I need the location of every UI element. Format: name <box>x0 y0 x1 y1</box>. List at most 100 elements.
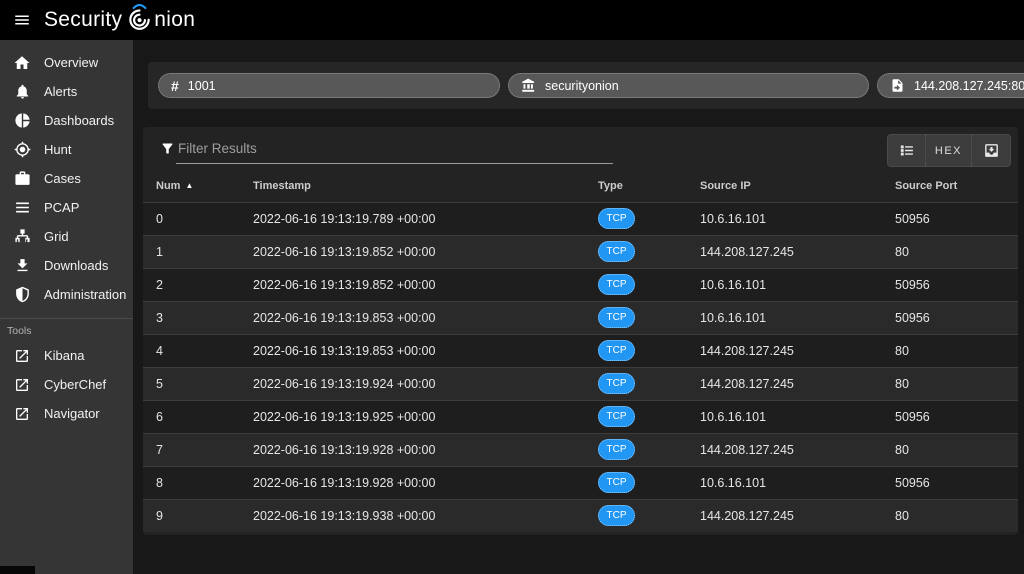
sensor-chip[interactable]: securityonion <box>508 73 869 98</box>
sidebar-tool-label: CyberChef <box>44 377 107 392</box>
sidebar-tool-cyberchef[interactable]: CyberChef <box>0 370 133 399</box>
packet-source-port-cell: 80 <box>895 376 909 391</box>
packet-type-cell: TCP <box>598 235 700 268</box>
sidebar-item-cases[interactable]: Cases <box>0 164 133 193</box>
packet-num-cell: 4 <box>156 343 163 358</box>
sidebar-tool-navigator[interactable]: Navigator <box>0 399 133 428</box>
pound-icon: # <box>171 77 179 94</box>
sidebar-item-label: PCAP <box>44 200 80 215</box>
sidebar-item-label: Overview <box>44 55 99 70</box>
column-header-type[interactable]: Type <box>598 171 700 202</box>
column-header-timestamp[interactable]: Timestamp <box>253 171 598 202</box>
packet-source-port-cell: 50956 <box>895 310 930 325</box>
view-toggle-group: HEX <box>886 134 1011 167</box>
packet-source-ip-cell: 144.208.127.245 <box>700 376 794 391</box>
job-number-chip-label: 1001 <box>187 78 216 93</box>
filter-endpoint-chip[interactable]: 144.208.127.245:80 <box>877 73 1024 98</box>
sidebar-item-dashboards[interactable]: Dashboards <box>0 106 133 135</box>
protocol-badge[interactable]: TCP <box>598 274 635 295</box>
sidebar-item-label: Dashboards <box>44 113 115 128</box>
packet-num-cell: 2 <box>156 277 163 292</box>
packet-row[interactable]: 9 2022-06-16 19:13:19.938 +00:00 TCP 144… <box>143 499 1018 532</box>
packet-row[interactable]: 7 2022-06-16 19:13:19.928 +00:00 TCP 144… <box>143 433 1018 466</box>
sidebar-item-pcap[interactable]: PCAP <box>0 193 133 222</box>
sidebar-item-overview[interactable]: Overview <box>0 48 133 77</box>
sidebar-item-label: Downloads <box>44 258 109 273</box>
packet-type-cell: TCP <box>598 466 700 499</box>
external-link-icon <box>13 376 31 394</box>
list-view-icon <box>900 145 913 156</box>
shield-icon <box>13 286 31 304</box>
packet-type-cell: TCP <box>598 400 700 433</box>
packet-row[interactable]: 4 2022-06-16 19:13:19.853 +00:00 TCP 144… <box>143 334 1018 367</box>
packet-row[interactable]: 6 2022-06-16 19:13:19.925 +00:00 TCP 10.… <box>143 400 1018 433</box>
sidebar-tool-label: Navigator <box>44 406 100 421</box>
security-onion-logo-icon <box>126 3 153 39</box>
packet-num-cell: 6 <box>156 409 163 424</box>
external-link-icon <box>13 347 31 365</box>
inbox-download-icon <box>984 144 998 157</box>
sidebar-item-hunt[interactable]: Hunt <box>0 135 133 164</box>
list-view-button[interactable] <box>887 135 926 166</box>
sidebar-item-administration[interactable]: Administration <box>0 280 133 309</box>
packet-type-cell: TCP <box>598 367 700 400</box>
packet-source-port-cell: 50956 <box>895 475 930 490</box>
packet-source-ip-cell: 10.6.16.101 <box>700 310 767 325</box>
app-logo[interactable]: Security nion <box>44 2 195 38</box>
sidebar-item-alerts[interactable]: Alerts <box>0 77 133 106</box>
packet-source-port-cell: 80 <box>895 244 909 259</box>
sidebar-nav: Overview Alerts Dashboards Hunt Cases PC… <box>0 40 133 574</box>
briefcase-icon <box>13 170 31 188</box>
pie-chart-icon <box>13 112 31 130</box>
packet-type-cell: TCP <box>598 301 700 334</box>
sensor-chip-label: securityonion <box>545 78 619 93</box>
packet-row[interactable]: 3 2022-06-16 19:13:19.853 +00:00 TCP 10.… <box>143 301 1018 334</box>
packet-row[interactable]: 2 2022-06-16 19:13:19.852 +00:00 TCP 10.… <box>143 268 1018 301</box>
filter-bar: HEX <box>143 127 1018 171</box>
column-header-source-ip[interactable]: Source IP <box>700 171 895 202</box>
protocol-badge[interactable]: TCP <box>598 373 635 394</box>
external-link-icon <box>13 405 31 423</box>
packet-row[interactable]: 5 2022-06-16 19:13:19.924 +00:00 TCP 144… <box>143 367 1018 400</box>
packet-source-port-cell: 50956 <box>895 277 930 292</box>
crosshairs-icon <box>13 141 31 159</box>
protocol-badge[interactable]: TCP <box>598 340 635 361</box>
column-header-num[interactable]: Num ▲ <box>143 171 253 202</box>
protocol-badge[interactable]: TCP <box>598 505 635 527</box>
bell-icon <box>13 83 31 101</box>
download-pcap-button[interactable] <box>972 135 1010 166</box>
protocol-badge[interactable]: TCP <box>598 472 635 493</box>
protocol-badge[interactable]: TCP <box>598 406 635 427</box>
sitemap-icon <box>13 228 31 246</box>
packet-source-ip-cell: 10.6.16.101 <box>700 211 767 226</box>
packet-num-cell: 3 <box>156 310 163 325</box>
protocol-badge[interactable]: TCP <box>598 439 635 460</box>
packet-row[interactable]: 8 2022-06-16 19:13:19.928 +00:00 TCP 10.… <box>143 466 1018 499</box>
filter-results-input[interactable] <box>176 137 613 164</box>
home-icon <box>13 54 31 72</box>
packet-row[interactable]: 1 2022-06-16 19:13:19.852 +00:00 TCP 144… <box>143 235 1018 268</box>
sensor-icon <box>521 78 536 93</box>
packet-table-body: 0 2022-06-16 19:13:19.789 +00:00 TCP 10.… <box>143 202 1018 532</box>
column-header-source-port[interactable]: Source Port <box>895 171 1018 202</box>
packet-table-header-row: Num ▲ Timestamp Type Source IP Source Por… <box>143 171 1018 202</box>
packet-timestamp-cell: 2022-06-16 19:13:19.789 +00:00 <box>253 211 436 226</box>
hamburger-menu-icon[interactable] <box>0 0 44 40</box>
sidebar-item-downloads[interactable]: Downloads <box>0 251 133 280</box>
hex-view-button[interactable]: HEX <box>925 135 972 166</box>
packet-source-ip-cell: 144.208.127.245 <box>700 442 794 457</box>
protocol-badge[interactable]: TCP <box>598 208 635 229</box>
job-number-chip[interactable]: # 1001 <box>158 73 501 98</box>
packet-row[interactable]: 0 2022-06-16 19:13:19.789 +00:00 TCP 10.… <box>143 202 1018 235</box>
sidebar-tool-kibana[interactable]: Kibana <box>0 341 133 370</box>
packet-timestamp-cell: 2022-06-16 19:13:19.928 +00:00 <box>253 475 436 490</box>
packet-num-cell: 8 <box>156 475 163 490</box>
protocol-badge[interactable]: TCP <box>598 307 635 328</box>
pcap-results-card: HEX Num▲ Timestamp Type Source IP Source… <box>143 127 1018 535</box>
lines-icon <box>13 199 31 217</box>
packet-timestamp-cell: 2022-06-16 19:13:19.853 +00:00 <box>253 343 436 358</box>
sidebar-item-grid[interactable]: Grid <box>0 222 133 251</box>
packet-type-cell: TCP <box>598 202 700 235</box>
protocol-badge[interactable]: TCP <box>598 241 635 262</box>
sort-ascending-icon: ▲ <box>185 181 194 191</box>
